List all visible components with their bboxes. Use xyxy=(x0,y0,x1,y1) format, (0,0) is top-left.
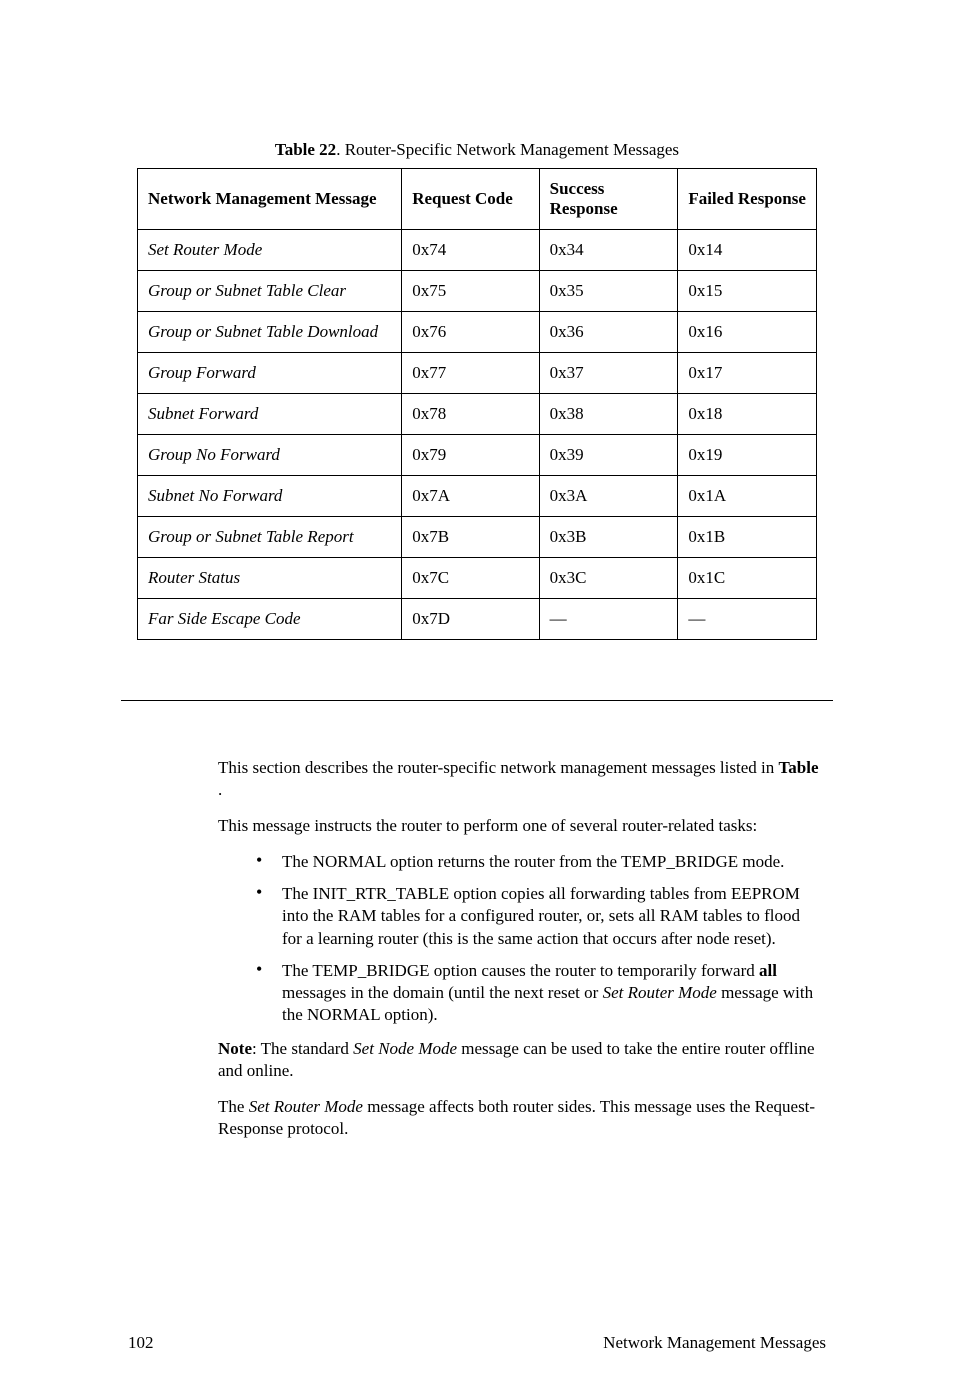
table-row: Group No Forward 0x79 0x39 0x19 xyxy=(138,435,817,476)
li3-text-b: messages in the domain (until the next r… xyxy=(282,983,603,1002)
cell-request: 0x78 xyxy=(402,394,539,435)
cell-request: 0x75 xyxy=(402,271,539,312)
cell-failed: 0x16 xyxy=(678,312,817,353)
list-item: The INIT_RTR_TABLE option copies all for… xyxy=(272,883,820,949)
intro-text: This section describes the router-specif… xyxy=(218,758,779,777)
cell-failed: 0x1A xyxy=(678,476,817,517)
cell-failed: 0x1C xyxy=(678,558,817,599)
last-ital: Set Router Mode xyxy=(249,1097,363,1116)
cell-success: 0x3B xyxy=(539,517,678,558)
intro-period: . xyxy=(218,780,222,799)
list-item: The NORMAL option returns the router fro… xyxy=(272,851,820,873)
cell-request: 0x7D xyxy=(402,599,539,640)
cell-success: 0x3A xyxy=(539,476,678,517)
table-row: Set Router Mode 0x74 0x34 0x14 xyxy=(138,230,817,271)
cell-message: Router Status xyxy=(138,558,402,599)
table-caption-number: Table 22 xyxy=(275,140,336,159)
li3-text-a: The TEMP_BRIDGE option causes the router… xyxy=(282,961,759,980)
footer-title: Network Management Messages xyxy=(603,1333,826,1353)
list-item: The TEMP_BRIDGE option causes the router… xyxy=(272,960,820,1026)
cell-message: Subnet No Forward xyxy=(138,476,402,517)
li3-ital: Set Router Mode xyxy=(603,983,717,1002)
cell-success: 0x39 xyxy=(539,435,678,476)
intro-paragraph-2: This message instructs the router to per… xyxy=(218,815,820,837)
cell-failed: — xyxy=(678,599,817,640)
col-header-message: Network Management Message xyxy=(138,169,402,230)
table-row: Group Forward 0x77 0x37 0x17 xyxy=(138,353,817,394)
cell-request: 0x76 xyxy=(402,312,539,353)
intro-paragraph-1: This section describes the router-specif… xyxy=(218,757,820,801)
cell-request: 0x7C xyxy=(402,558,539,599)
cell-failed: 0x19 xyxy=(678,435,817,476)
options-list: The NORMAL option returns the router fro… xyxy=(218,851,820,1026)
page-number: 102 xyxy=(128,1333,154,1353)
note-paragraph: Note: The standard Set Node Mode message… xyxy=(218,1038,820,1082)
cell-failed: 0x1B xyxy=(678,517,817,558)
intro-table-ref: Table xyxy=(779,758,819,777)
note-ital: Set Node Mode xyxy=(353,1039,457,1058)
cell-request: 0x7A xyxy=(402,476,539,517)
table-caption-text: . Router-Specific Network Management Mes… xyxy=(336,140,679,159)
cell-success: 0x3C xyxy=(539,558,678,599)
cell-success: — xyxy=(539,599,678,640)
cell-failed: 0x17 xyxy=(678,353,817,394)
table-row: Far Side Escape Code 0x7D — — xyxy=(138,599,817,640)
table-header-row: Network Management Message Request Code … xyxy=(138,169,817,230)
cell-message: Subnet Forward xyxy=(138,394,402,435)
section-separator xyxy=(121,700,833,701)
cell-message: Set Router Mode xyxy=(138,230,402,271)
cell-message: Group or Subnet Table Clear xyxy=(138,271,402,312)
messages-table: Network Management Message Request Code … xyxy=(137,168,817,640)
table-caption: Table 22. Router-Specific Network Manage… xyxy=(0,140,954,160)
cell-success: 0x36 xyxy=(539,312,678,353)
col-header-success: Success Response xyxy=(539,169,678,230)
col-header-request: Request Code xyxy=(402,169,539,230)
last-paragraph: The Set Router Mode message affects both… xyxy=(218,1096,820,1140)
cell-success: 0x35 xyxy=(539,271,678,312)
cell-request: 0x77 xyxy=(402,353,539,394)
cell-failed: 0x18 xyxy=(678,394,817,435)
li3-bold-all: all xyxy=(759,961,777,980)
last-text-a: The xyxy=(218,1097,249,1116)
cell-failed: 0x14 xyxy=(678,230,817,271)
cell-request: 0x79 xyxy=(402,435,539,476)
cell-message: Group or Subnet Table Report xyxy=(138,517,402,558)
cell-message: Far Side Escape Code xyxy=(138,599,402,640)
table-row: Group or Subnet Table Download 0x76 0x36… xyxy=(138,312,817,353)
page: Table 22. Router-Specific Network Manage… xyxy=(0,140,954,1375)
table-row: Subnet No Forward 0x7A 0x3A 0x1A xyxy=(138,476,817,517)
cell-message: Group Forward xyxy=(138,353,402,394)
table-row: Group or Subnet Table Clear 0x75 0x35 0x… xyxy=(138,271,817,312)
body-text: This section describes the router-specif… xyxy=(218,757,820,1140)
cell-success: 0x38 xyxy=(539,394,678,435)
note-text-a: : The standard xyxy=(252,1039,353,1058)
cell-request: 0x7B xyxy=(402,517,539,558)
cell-request: 0x74 xyxy=(402,230,539,271)
table-row: Group or Subnet Table Report 0x7B 0x3B 0… xyxy=(138,517,817,558)
note-label: Note xyxy=(218,1039,252,1058)
col-header-failed: Failed Response xyxy=(678,169,817,230)
cell-success: 0x34 xyxy=(539,230,678,271)
cell-message: Group or Subnet Table Download xyxy=(138,312,402,353)
table-row: Subnet Forward 0x78 0x38 0x18 xyxy=(138,394,817,435)
cell-message: Group No Forward xyxy=(138,435,402,476)
table-row: Router Status 0x7C 0x3C 0x1C xyxy=(138,558,817,599)
cell-failed: 0x15 xyxy=(678,271,817,312)
cell-success: 0x37 xyxy=(539,353,678,394)
